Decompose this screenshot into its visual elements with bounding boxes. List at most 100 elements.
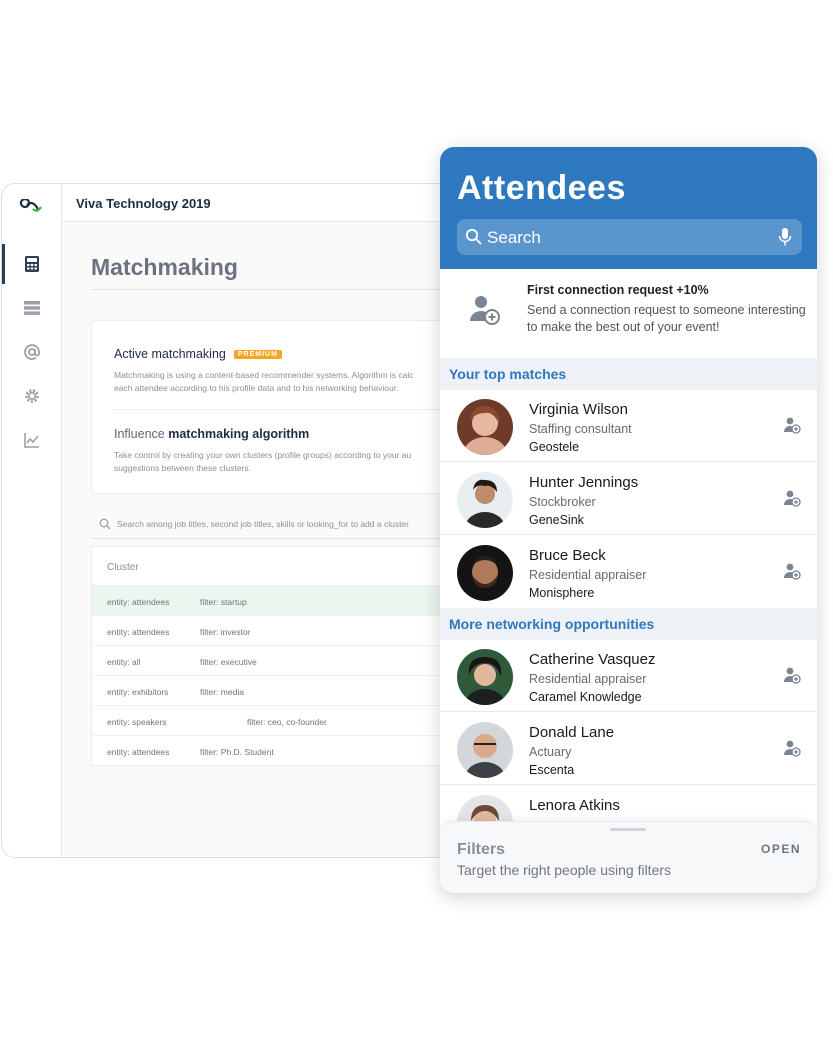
- attendee-card[interactable]: Catherine Vasquez Residential appraiser …: [440, 640, 817, 712]
- attendee-job: Staffing consultant: [529, 422, 632, 436]
- row-entity: entity: exhibitors: [107, 687, 169, 697]
- title-divider: [91, 289, 480, 290]
- table-row[interactable]: entity: attendees filter: investor: [92, 615, 480, 645]
- avatar: [457, 722, 513, 778]
- avatar: [457, 649, 513, 705]
- cluster-column-header: Cluster: [107, 562, 139, 573]
- row-filter: filter: startup: [200, 597, 247, 607]
- influence-desc-1: Take control by creating your own cluste…: [114, 450, 412, 460]
- active-matchmaking-title: Active matchmaking: [114, 347, 226, 361]
- influence-desc-2: suggestions between these clusters.: [114, 463, 252, 473]
- attendee-company: Caramel Knowledge: [529, 690, 642, 704]
- person-photo-icon: [457, 399, 513, 455]
- add-contact-icon[interactable]: [783, 739, 801, 757]
- row-filter: filter: executive: [200, 657, 257, 667]
- attendee-job: Residential appraiser: [529, 672, 647, 686]
- sidebar-rail: [2, 184, 62, 857]
- microphone-icon[interactable]: [778, 227, 792, 247]
- top-matches-label: Your top matches: [449, 366, 567, 382]
- page-title: Matchmaking: [91, 254, 238, 280]
- sidebar-item-analytics[interactable]: [2, 420, 62, 460]
- filters-title: Filters: [457, 841, 506, 858]
- table-row[interactable]: entity: all filter: executive: [92, 645, 480, 675]
- calculator-icon: [25, 256, 39, 272]
- connection-promo[interactable]: First connection request +10% Send a con…: [440, 269, 817, 359]
- attendee-card[interactable]: Hunter Jennings Stockbroker GeneSink: [440, 463, 817, 535]
- search-icon: [465, 228, 482, 245]
- gear-icon: [25, 389, 39, 403]
- filters-drawer[interactable]: Filters Target the right people using fi…: [440, 821, 817, 893]
- row-entity: entity: all: [107, 657, 141, 667]
- attendee-job: Actuary: [529, 745, 572, 759]
- row-filter: filter: media: [200, 687, 244, 697]
- row-entity: entity: speakers: [107, 717, 167, 727]
- avatar: [457, 472, 513, 528]
- attendee-card[interactable]: Bruce Beck Residential appraiser Monisph…: [440, 536, 817, 608]
- app-title: Viva Technology 2019: [76, 196, 211, 211]
- attendee-name: Donald Lane: [529, 724, 615, 741]
- person-photo-icon: [457, 545, 513, 601]
- attendee-company: Monisphere: [529, 586, 595, 600]
- add-contact-icon[interactable]: [783, 562, 801, 580]
- attendee-company: Escenta: [529, 763, 575, 777]
- sidebar-item-settings[interactable]: [2, 376, 62, 416]
- desktop-window: Viva Technology 2019 Matchmaking Active …: [1, 183, 481, 858]
- chart-icon: [24, 433, 39, 448]
- sidebar-item-email[interactable]: [2, 332, 62, 372]
- attendees-header: Attendees Search: [440, 147, 817, 269]
- list-icon: [24, 301, 40, 315]
- person-photo-icon: [457, 472, 513, 528]
- more-opportunities-label: More networking opportunities: [449, 616, 655, 632]
- table-row[interactable]: entity: exhibitors filter: media: [92, 675, 480, 705]
- attendee-search-input[interactable]: Search: [457, 219, 802, 255]
- promo-title: First connection request +10%: [527, 283, 709, 297]
- app-logo-icon: [19, 199, 42, 212]
- active-matchmaking-desc-2: each attendee according to his profile d…: [114, 383, 399, 393]
- cluster-table: Cluster entity: attendees filter: startup…: [91, 546, 480, 766]
- stage: Viva Technology 2019 Matchmaking Active …: [0, 0, 833, 1048]
- top-bar: Viva Technology 2019: [62, 184, 480, 222]
- attendee-job: Stockbroker: [529, 495, 596, 509]
- search-label: Search: [487, 228, 541, 247]
- row-entity: entity: attendees: [107, 597, 170, 607]
- row-filter: filter: investor: [200, 627, 251, 637]
- row-entity: entity: attendees: [107, 627, 170, 637]
- attendee-card[interactable]: Donald Lane Actuary Escenta: [440, 713, 817, 785]
- attendee-company: Geostele: [529, 440, 580, 454]
- drawer-handle[interactable]: [610, 828, 646, 831]
- table-row[interactable]: entity: attendees filter: Ph.D. Student: [92, 735, 480, 765]
- row-filter: filter: Ph.D. Student: [200, 747, 274, 757]
- search-icon: [99, 518, 111, 530]
- cluster-search-input[interactable]: Search among job titles, second job titl…: [91, 509, 480, 539]
- influence-title-bold: matchmaking algorithm: [168, 427, 310, 441]
- attendee-company: GeneSink: [529, 513, 584, 527]
- avatar: [457, 545, 513, 601]
- attendees-panel: Attendees Search First connection reques…: [440, 147, 817, 893]
- filters-open-button[interactable]: OPEN: [761, 842, 801, 856]
- table-row[interactable]: entity: speakers filter: ceo, co-founder: [92, 705, 480, 735]
- add-contact-icon[interactable]: [783, 666, 801, 684]
- influence-heading[interactable]: Influence matchmaking algorithm: [114, 427, 309, 441]
- more-opportunities-section: More networking opportunities: [440, 608, 817, 640]
- top-matches-section: Your top matches: [440, 358, 817, 390]
- avatar: [457, 399, 513, 455]
- attendee-name: Bruce Beck: [529, 547, 606, 564]
- active-matchmaking-heading: Active matchmaking PREMIUM: [114, 347, 282, 361]
- attendee-job: Residential appraiser: [529, 568, 647, 582]
- sidebar-item-matchmaking[interactable]: [2, 244, 62, 284]
- table-row[interactable]: entity: attendees filter: startup: [92, 585, 480, 615]
- person-photo-icon: [457, 722, 513, 778]
- attendee-card[interactable]: Virginia Wilson Staffing consultant Geos…: [440, 390, 817, 462]
- promo-desc: Send a connection request to someone int…: [527, 303, 806, 334]
- influence-title-plain: Influence: [114, 427, 169, 441]
- matchmaking-settings-card: Active matchmaking PREMIUM Matchmaking is…: [91, 320, 480, 494]
- attendee-name: Virginia Wilson: [529, 401, 628, 418]
- add-contact-icon[interactable]: [783, 416, 801, 434]
- sidebar-item-lists[interactable]: [2, 288, 62, 328]
- attendee-name: Lenora Atkins: [529, 797, 620, 814]
- filters-desc: Target the right people using filters: [457, 862, 672, 878]
- card-divider: [114, 409, 480, 410]
- add-contact-icon[interactable]: [783, 489, 801, 507]
- cluster-search-placeholder: Search among job titles, second job titl…: [117, 519, 409, 529]
- add-user-icon: [470, 296, 500, 325]
